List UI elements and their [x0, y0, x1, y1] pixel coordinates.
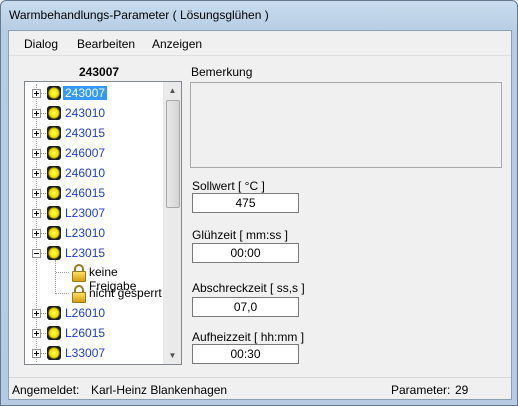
parameter-count: 29: [455, 383, 469, 397]
sollwert-label: Sollwert [ °C ]: [192, 179, 265, 193]
tree-item[interactable]: 246010: [25, 164, 165, 182]
scroll-up-icon[interactable]: ▲: [164, 82, 181, 99]
tree-item-label[interactable]: L23010: [65, 226, 105, 240]
tree-child-item[interactable]: nicht gesperrt: [25, 283, 165, 303]
client-area: Dialog Bearbeiten Anzeigen 243007 243007…: [8, 30, 512, 400]
status-light-icon: [47, 226, 61, 240]
tree-item-label[interactable]: L23007: [65, 206, 105, 220]
parameter-tree[interactable]: 243007 243010 243015 246007 246010 24601…: [24, 81, 182, 365]
status-light-icon: [47, 126, 61, 140]
tree-item-label[interactable]: L33007: [65, 346, 105, 360]
status-light-icon: [47, 346, 61, 360]
tree-item[interactable]: 243015: [25, 124, 165, 142]
remark-label: Bemerkung: [191, 65, 253, 79]
window-title: Warmbehandlungs-Parameter ( Lösungsglühe…: [9, 8, 269, 22]
gluehzeit-label: Glühzeit [ mm:ss ]: [192, 228, 289, 242]
app-window: Warmbehandlungs-Parameter ( Lösungsglühe…: [0, 0, 518, 406]
parameter-label: Parameter:: [391, 383, 451, 397]
scroll-down-icon[interactable]: ▼: [164, 347, 181, 364]
tree-item[interactable]: 246007: [25, 144, 165, 162]
scroll-thumb[interactable]: [166, 100, 180, 208]
tree-item[interactable]: 243010: [25, 104, 165, 122]
tree-heading: 243007: [79, 65, 120, 79]
tree-item[interactable]: L26010: [25, 304, 165, 322]
status-light-icon: [47, 246, 61, 260]
abschreckzeit-field[interactable]: 07,0: [192, 297, 299, 317]
tree-item-label[interactable]: L26010: [65, 306, 105, 320]
status-light-icon: [47, 106, 61, 120]
abschreckzeit-label: Abschreckzeit [ ss,s ]: [192, 281, 305, 295]
aufheizzeit-field[interactable]: 00:30: [192, 344, 299, 364]
tree-item-label[interactable]: 246010: [65, 166, 105, 180]
menu-dialog[interactable]: Dialog: [24, 37, 58, 51]
logged-in-label: Angemeldet:: [12, 383, 80, 397]
tree-item[interactable]: 246015: [25, 184, 165, 202]
tree-item-label[interactable]: 246015: [65, 186, 105, 200]
gluehzeit-field[interactable]: 00:00: [192, 243, 299, 263]
status-light-icon: [47, 306, 61, 320]
tree-scrollbar[interactable]: ▲ ▼: [163, 82, 181, 364]
tree-item[interactable]: L23007: [25, 204, 165, 222]
aufheizzeit-label: Aufheizzeit [ hh:mm ]: [192, 330, 305, 344]
remark-field[interactable]: [190, 82, 502, 168]
lock-icon: [71, 264, 86, 282]
tree-item[interactable]: 243007: [25, 84, 165, 102]
status-light-icon: [47, 206, 61, 220]
tree-item-expanded[interactable]: L23015: [25, 244, 165, 262]
tree-item-label[interactable]: 243015: [65, 126, 105, 140]
title-bar[interactable]: Warmbehandlungs-Parameter ( Lösungsglühe…: [1, 1, 517, 29]
status-light-icon: [47, 86, 61, 100]
menu-bar: Dialog Bearbeiten Anzeigen: [9, 31, 511, 56]
tree-item[interactable]: L23010: [25, 224, 165, 242]
status-light-icon: [47, 326, 61, 340]
tree-child-label[interactable]: nicht gesperrt: [89, 286, 162, 300]
tree-item[interactable]: L33007: [25, 344, 165, 362]
user-name: Karl-Heinz Blankenhagen: [91, 383, 228, 397]
tree-item-label[interactable]: L23015: [65, 246, 105, 260]
menu-anzeigen[interactable]: Anzeigen: [152, 37, 202, 51]
tree-item-label[interactable]: 243007: [63, 86, 108, 100]
tree-item-label[interactable]: 243010: [65, 106, 105, 120]
status-bar: Angemeldet: Karl-Heinz Blankenhagen Para…: [9, 377, 511, 400]
status-light-icon: [47, 166, 61, 180]
tree-item[interactable]: L26015: [25, 324, 165, 342]
tree-item-label[interactable]: L26015: [65, 326, 105, 340]
status-light-icon: [47, 146, 61, 160]
tree-child-item[interactable]: keine Freigabe: [25, 262, 165, 293]
tree-item-label[interactable]: 246007: [65, 146, 105, 160]
sollwert-field[interactable]: 475: [192, 193, 299, 213]
menu-bearbeiten[interactable]: Bearbeiten: [77, 37, 135, 51]
lock-icon: [71, 285, 86, 303]
status-light-icon: [47, 186, 61, 200]
